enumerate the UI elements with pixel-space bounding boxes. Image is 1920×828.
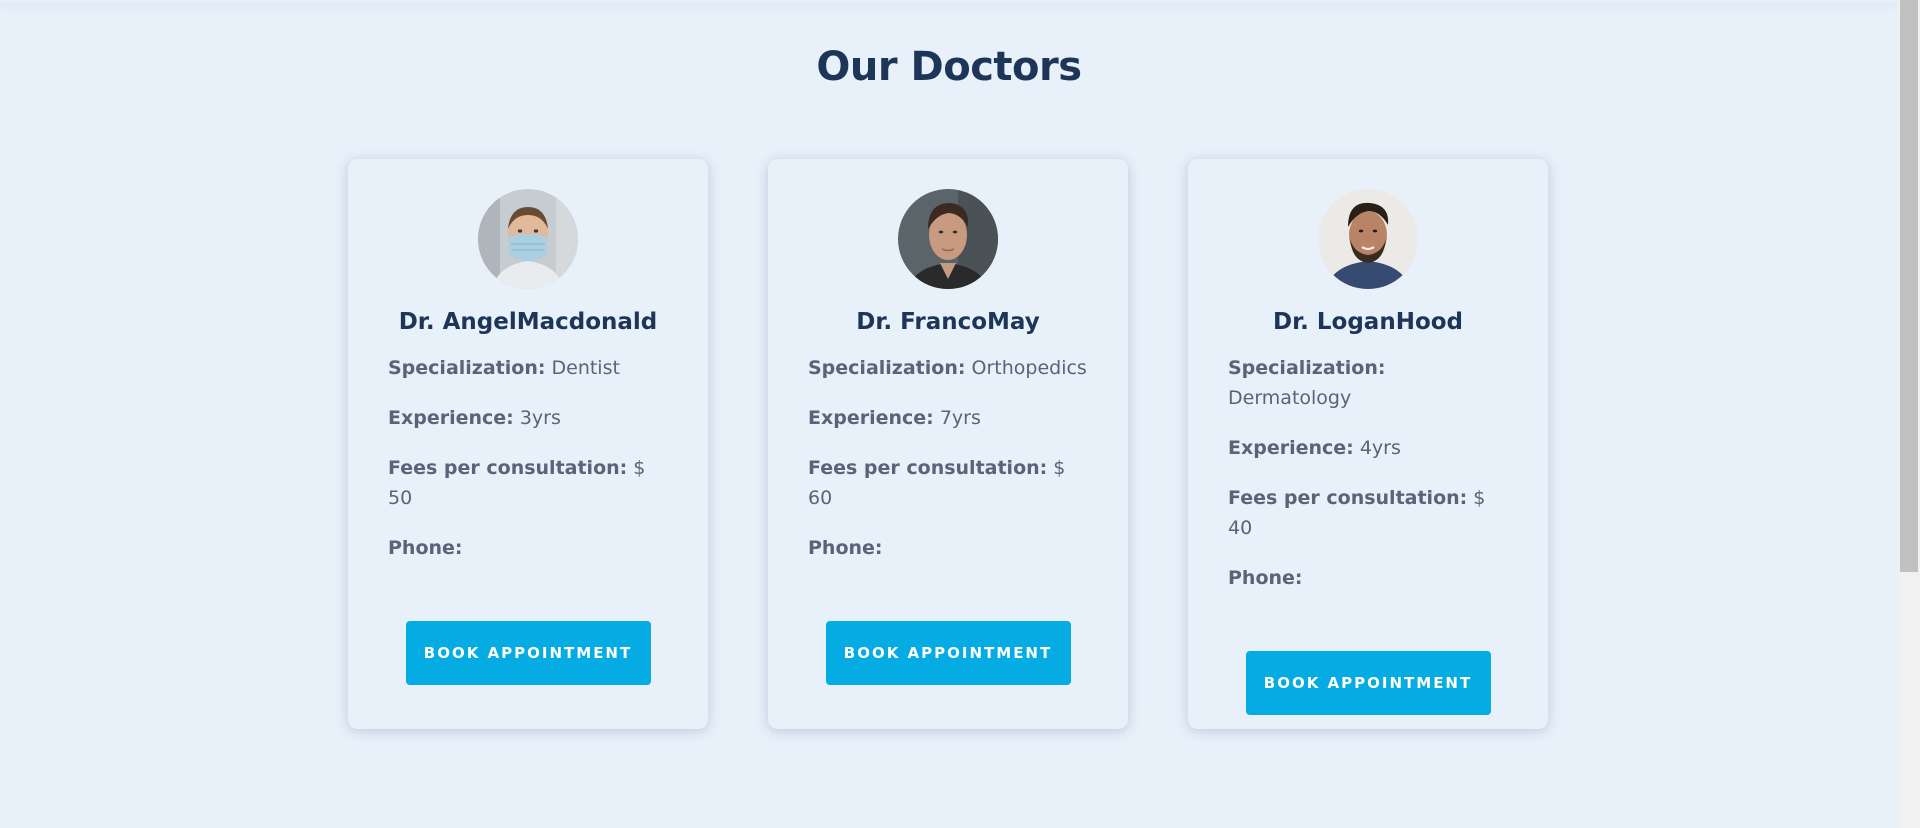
specialization-row: Specialization: Orthopedics bbox=[808, 353, 1088, 383]
book-appointment-button[interactable]: BOOK APPOINTMENT bbox=[1245, 651, 1491, 715]
doctor-card: Dr. LoganHood Specialization: Dermatolog… bbox=[1188, 159, 1548, 729]
doctor-card: Dr. AngelMacdonald Specialization: Denti… bbox=[348, 159, 708, 729]
fees-label: Fees per consultation: bbox=[388, 457, 628, 479]
section-title: Our Doctors bbox=[816, 44, 1082, 90]
phone-row: Phone: bbox=[1228, 563, 1508, 593]
experience-row: Experience: 4yrs bbox=[1228, 433, 1508, 463]
doctors-list: Dr. AngelMacdonald Specialization: Denti… bbox=[348, 159, 1548, 729]
phone-row: Phone: bbox=[808, 533, 1088, 563]
specialization-value: Dentist bbox=[551, 357, 620, 379]
scrollbar-thumb[interactable] bbox=[1900, 0, 1918, 572]
fees-label: Fees per consultation: bbox=[808, 457, 1048, 479]
experience-label: Experience: bbox=[1228, 437, 1354, 459]
specialization-row: Specialization: Dermatology bbox=[1228, 353, 1508, 413]
phone-row: Phone: bbox=[388, 533, 668, 563]
doctor-avatar bbox=[898, 189, 998, 289]
experience-label: Experience: bbox=[808, 407, 934, 429]
experience-row: Experience: 7yrs bbox=[808, 403, 1088, 433]
doctor-name: Dr. AngelMacdonald bbox=[398, 309, 658, 335]
specialization-label: Specialization: bbox=[1228, 357, 1386, 379]
phone-label: Phone: bbox=[1228, 567, 1303, 589]
book-appointment-button[interactable]: BOOK APPOINTMENT bbox=[405, 621, 651, 685]
specialization-label: Specialization: bbox=[808, 357, 966, 379]
doctor-name: Dr. FrancoMay bbox=[856, 309, 1040, 335]
experience-value: 4yrs bbox=[1359, 437, 1401, 459]
phone-label: Phone: bbox=[808, 537, 883, 559]
doctor-avatar bbox=[478, 189, 578, 289]
experience-label: Experience: bbox=[388, 407, 514, 429]
experience-row: Experience: 3yrs bbox=[388, 403, 668, 433]
experience-value: 7yrs bbox=[939, 407, 981, 429]
header-bar-shadow bbox=[0, 0, 1898, 2]
fees-row: Fees per consultation: $ 40 bbox=[1228, 483, 1508, 543]
doctor-avatar bbox=[1318, 189, 1418, 289]
doctor-name: Dr. LoganHood bbox=[1272, 309, 1464, 335]
fees-row: Fees per consultation: $ 60 bbox=[808, 453, 1088, 513]
book-appointment-button[interactable]: BOOK APPOINTMENT bbox=[825, 621, 1071, 685]
specialization-label: Specialization: bbox=[388, 357, 546, 379]
doctor-info: Specialization: Dermatology Experience: … bbox=[1228, 353, 1508, 613]
doctor-info: Specialization: Dentist Experience: 3yrs… bbox=[388, 353, 668, 583]
experience-value: 3yrs bbox=[519, 407, 561, 429]
vertical-scrollbar[interactable] bbox=[1898, 0, 1920, 828]
phone-label: Phone: bbox=[388, 537, 463, 559]
doctor-card: Dr. FrancoMay Specialization: Orthopedic… bbox=[768, 159, 1128, 729]
fees-row: Fees per consultation: $ 50 bbox=[388, 453, 668, 513]
specialization-row: Specialization: Dentist bbox=[388, 353, 668, 383]
specialization-value: Dermatology bbox=[1228, 387, 1352, 409]
doctor-info: Specialization: Orthopedics Experience: … bbox=[808, 353, 1088, 583]
specialization-value: Orthopedics bbox=[971, 357, 1087, 379]
fees-label: Fees per consultation: bbox=[1228, 487, 1468, 509]
